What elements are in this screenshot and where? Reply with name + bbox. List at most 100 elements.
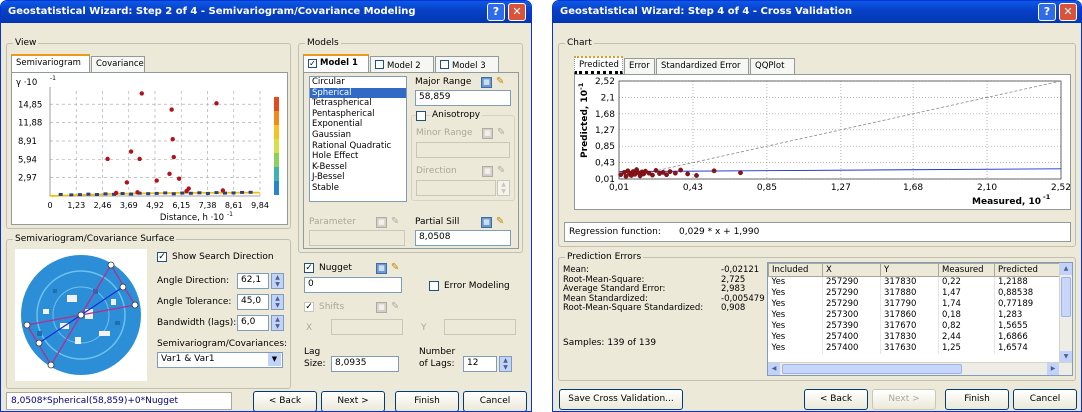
angle-tolerance-spinner[interactable]: ▲ ▼ [271, 294, 284, 310]
window-title-bar[interactable]: Geostatistical Wizard: Step 2 of 4 - Sem… [1, 1, 531, 23]
nugget-checkbox[interactable]: ✓ [304, 263, 314, 273]
stat-row: Root-Mean-Square Standardized: 0,908 [563, 303, 763, 314]
lag-size-label: Size: [304, 359, 326, 369]
model-option[interactable]: J-Bessel [310, 172, 406, 183]
horizontal-scroll-thumb[interactable] [782, 364, 962, 374]
finish-button[interactable]: Finish [945, 389, 1009, 410]
semivariogram-plot-panel: 2,97 5,94 8,91 11,88 14,85 0 1,23 2,46 3,69 4,92 6… [11, 72, 288, 225]
nugget-edit-icon[interactable]: ✎ [391, 262, 399, 273]
model-option[interactable]: Circular [310, 77, 406, 88]
help-button[interactable]: ? [487, 3, 505, 21]
stat-label: Root-Mean-Square Standardized: [563, 303, 704, 313]
tab-semivariogram[interactable]: Semivariogram [11, 54, 90, 72]
model-option[interactable]: K-Bessel [310, 162, 406, 173]
table-cell: 0,88538 [994, 288, 1062, 299]
tab-qqplot[interactable]: QQPlot [750, 58, 795, 74]
partial-sill-edit-icon[interactable]: ✎ [496, 216, 504, 227]
show-search-direction-checkbox[interactable]: ✓ [157, 252, 167, 262]
dropdown-arrow-icon[interactable]: ▼ [268, 353, 281, 366]
bandwidth-spinner[interactable]: ▲ ▼ [271, 315, 284, 331]
edit-pencil-icon[interactable]: ✎ [496, 76, 504, 87]
close-button[interactable]: ✕ [508, 3, 526, 21]
tab-covariance[interactable]: Covariance [91, 56, 145, 72]
anisotropy-group: Anisotropy Minor Range ▦ ✎ Direction ▦ ✎… [411, 110, 515, 201]
model-option[interactable]: Exponential [310, 119, 406, 130]
number-of-lags-spinner[interactable]: ▲ ▼ [499, 356, 512, 372]
table-row[interactable]: Yes 257300 317860 0,18 1,283 [768, 310, 1062, 321]
model-3-checkbox[interactable] [440, 60, 449, 69]
semivariogram-point [220, 188, 226, 193]
column-header[interactable]: Y [880, 263, 939, 277]
scroll-right-icon[interactable]: ▶ [1047, 363, 1059, 375]
horizontal-scrollbar[interactable]: ◀ ▶ [768, 362, 1072, 375]
tab-error[interactable]: Error [624, 58, 655, 74]
angle-direction-spinner[interactable]: ▲ ▼ [271, 273, 284, 289]
vertical-scroll-thumb[interactable] [1061, 277, 1071, 317]
back-button[interactable]: < Back [253, 391, 317, 411]
tab-standardized-error[interactable]: Standardized Error [656, 58, 749, 74]
table-cell: Yes [768, 299, 823, 310]
model-option[interactable]: Tetraspherical [310, 98, 406, 109]
vertical-scrollbar[interactable]: ▲ ▼ [1059, 263, 1072, 363]
column-header[interactable]: X [822, 263, 881, 277]
cancel-button[interactable]: Cancel [463, 391, 527, 411]
column-header[interactable]: Measured [938, 263, 995, 277]
semivariogram-surface-map[interactable] [15, 249, 147, 381]
table-row[interactable]: Yes 257390 317670 0,82 1,5655 [768, 321, 1062, 332]
cross-validation-point [650, 172, 655, 178]
direction-input [416, 180, 496, 196]
column-header[interactable]: Included [768, 263, 823, 277]
semivar-cov-label: Semivariogram/Covariances: [157, 339, 288, 349]
table-row[interactable]: Yes 257290 317880 1,47 0,88538 [768, 288, 1062, 299]
scroll-left-icon[interactable]: ◀ [768, 363, 780, 375]
semivar-cov-select[interactable]: Var1 & Var1 ▼ [157, 352, 283, 368]
tab-predicted[interactable]: Predicted [574, 56, 623, 74]
model-1-checkbox[interactable]: ✓ [308, 59, 317, 68]
model-option[interactable]: Hole Effect [310, 151, 406, 162]
cancel-button[interactable]: Cancel [1013, 389, 1077, 410]
nugget-calculator-icon[interactable]: ▦ [376, 263, 387, 274]
finish-button[interactable]: Finish [395, 391, 459, 411]
tab-model-3[interactable]: Model 3 [435, 56, 499, 72]
partial-sill-input[interactable]: 8,0508 [415, 230, 511, 246]
angle-tolerance-label: Angle Tolerance: [157, 297, 232, 307]
y-axis-label-exponent: -1 [577, 82, 585, 90]
model-option[interactable]: Pentaspherical [310, 109, 406, 120]
table-row[interactable]: Yes 257400 317830 2,44 1,6866 [768, 332, 1062, 343]
model-option[interactable]: Spherical [310, 87, 406, 99]
color-scale-segment [274, 97, 279, 111]
prediction-errors-stats: Mean: -0,02121 Root-Mean-Square: 2,725 Avera… [563, 265, 765, 314]
model-type-list[interactable]: Circular Spherical Tetraspherical Pentasphe… [309, 76, 407, 202]
table-row[interactable]: Yes 257290 317830 0,22 1,2188 [768, 276, 1062, 288]
model-option[interactable]: Gaussian [310, 130, 406, 141]
error-modeling-checkbox[interactable] [429, 281, 439, 291]
nugget-input[interactable]: 0 [304, 277, 402, 293]
column-header[interactable]: Predicted [994, 263, 1062, 277]
tab-model-1[interactable]: ✓ Model 1 [303, 54, 369, 72]
table-row[interactable]: Yes 257290 317790 1,74 0,77189 [768, 299, 1062, 310]
table-cell: 317880 [880, 288, 939, 299]
anisotropy-checkbox[interactable] [416, 111, 426, 121]
cross-validation-table[interactable]: Included X Y Measured Predicted Yes 257290 317… [767, 262, 1073, 376]
number-of-lags-input[interactable]: 12 [463, 356, 497, 372]
close-button[interactable]: ✕ [1059, 3, 1077, 21]
save-cross-validation-button[interactable]: Save Cross Validation... [559, 389, 683, 410]
table-row[interactable]: Yes 257400 317630 1,25 1,6574 [768, 343, 1062, 354]
scroll-up-icon[interactable]: ▲ [1060, 263, 1072, 275]
help-button[interactable]: ? [1038, 3, 1056, 21]
back-button[interactable]: < Back [804, 389, 868, 410]
major-range-input[interactable]: 58,859 [415, 90, 511, 106]
next-button[interactable]: Next > [321, 391, 385, 411]
model-2-checkbox[interactable] [375, 60, 384, 69]
partial-sill-calculator-icon[interactable]: ▦ [481, 217, 492, 228]
tab-model-2[interactable]: Model 2 [370, 56, 434, 72]
calculator-icon[interactable]: ▦ [481, 77, 492, 88]
bandwidth-input[interactable]: 6,0 [237, 315, 269, 331]
lag-size-input[interactable]: 8,0935 [331, 356, 399, 372]
angle-tolerance-input[interactable]: 45,0 [237, 294, 269, 310]
window-title-bar[interactable]: Geostatistical Wizard: Step 4 of 4 - Cro… [553, 1, 1081, 23]
model-option[interactable]: Stable [310, 183, 406, 194]
angle-direction-input[interactable]: 62,1 [237, 273, 269, 289]
model-option[interactable]: Rational Quadratic [310, 141, 406, 152]
regression-value: 0,029 * x + 1,990 [679, 227, 760, 237]
